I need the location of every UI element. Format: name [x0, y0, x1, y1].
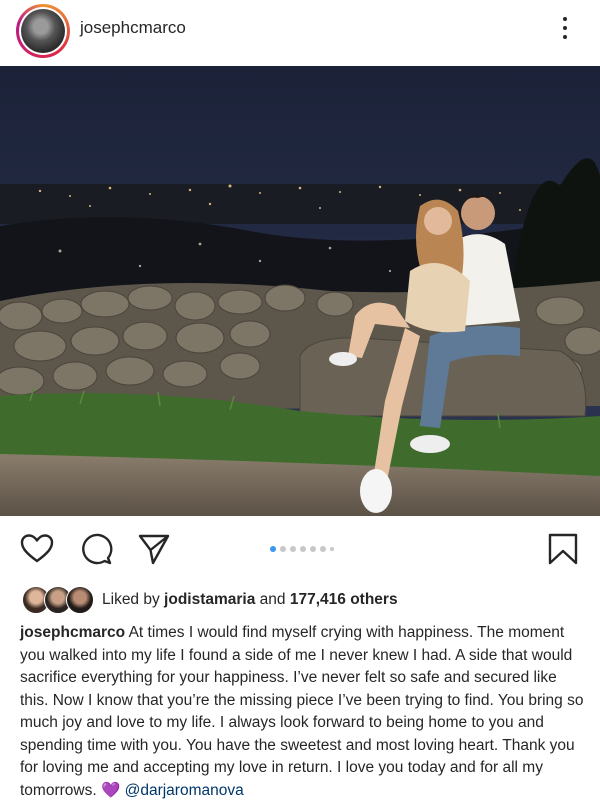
photo-scene [0, 66, 600, 516]
purple-heart-emoji: 💜 [100, 781, 121, 799]
likes-summary[interactable]: Liked by jodistamaria and 177,416 others [102, 591, 398, 609]
bookmark-icon[interactable] [546, 532, 580, 566]
liked-by-count[interactable]: 177,416 others [290, 591, 398, 608]
likes-row: Liked by jodistamaria and 177,416 others [22, 586, 398, 614]
caption-mention[interactable]: @darjaromanova [125, 782, 244, 799]
post-username[interactable]: josephcmarco [80, 18, 186, 38]
post-caption: josephcmarco At times I would find mysel… [20, 622, 586, 802]
carousel-dot[interactable] [270, 546, 276, 552]
caption-text: At times I would find myself crying with… [20, 624, 584, 799]
carousel-dot[interactable] [300, 546, 306, 552]
carousel-indicator [270, 546, 334, 552]
post-photo[interactable] [0, 66, 600, 516]
liked-by-and: and [259, 591, 286, 608]
post-actions [0, 526, 600, 572]
post-header: josephcmarco [0, 0, 600, 66]
carousel-dot[interactable] [290, 546, 296, 552]
carousel-dot[interactable] [280, 546, 286, 552]
liked-by-user[interactable]: jodistamaria [164, 591, 255, 608]
carousel-dot[interactable] [310, 546, 316, 552]
profile-avatar[interactable] [16, 4, 70, 58]
liker-avatar [66, 586, 94, 614]
avatar-image [21, 9, 65, 53]
carousel-dot[interactable] [330, 547, 334, 551]
liked-by-prefix: Liked by [102, 591, 160, 608]
carousel-dot[interactable] [320, 546, 326, 552]
heart-icon[interactable] [20, 532, 54, 566]
more-options-icon[interactable] [550, 13, 580, 43]
caption-username[interactable]: josephcmarco [20, 624, 125, 641]
comment-icon[interactable] [79, 532, 113, 566]
paper-plane-icon[interactable] [137, 532, 171, 566]
liker-avatars[interactable] [22, 586, 94, 614]
